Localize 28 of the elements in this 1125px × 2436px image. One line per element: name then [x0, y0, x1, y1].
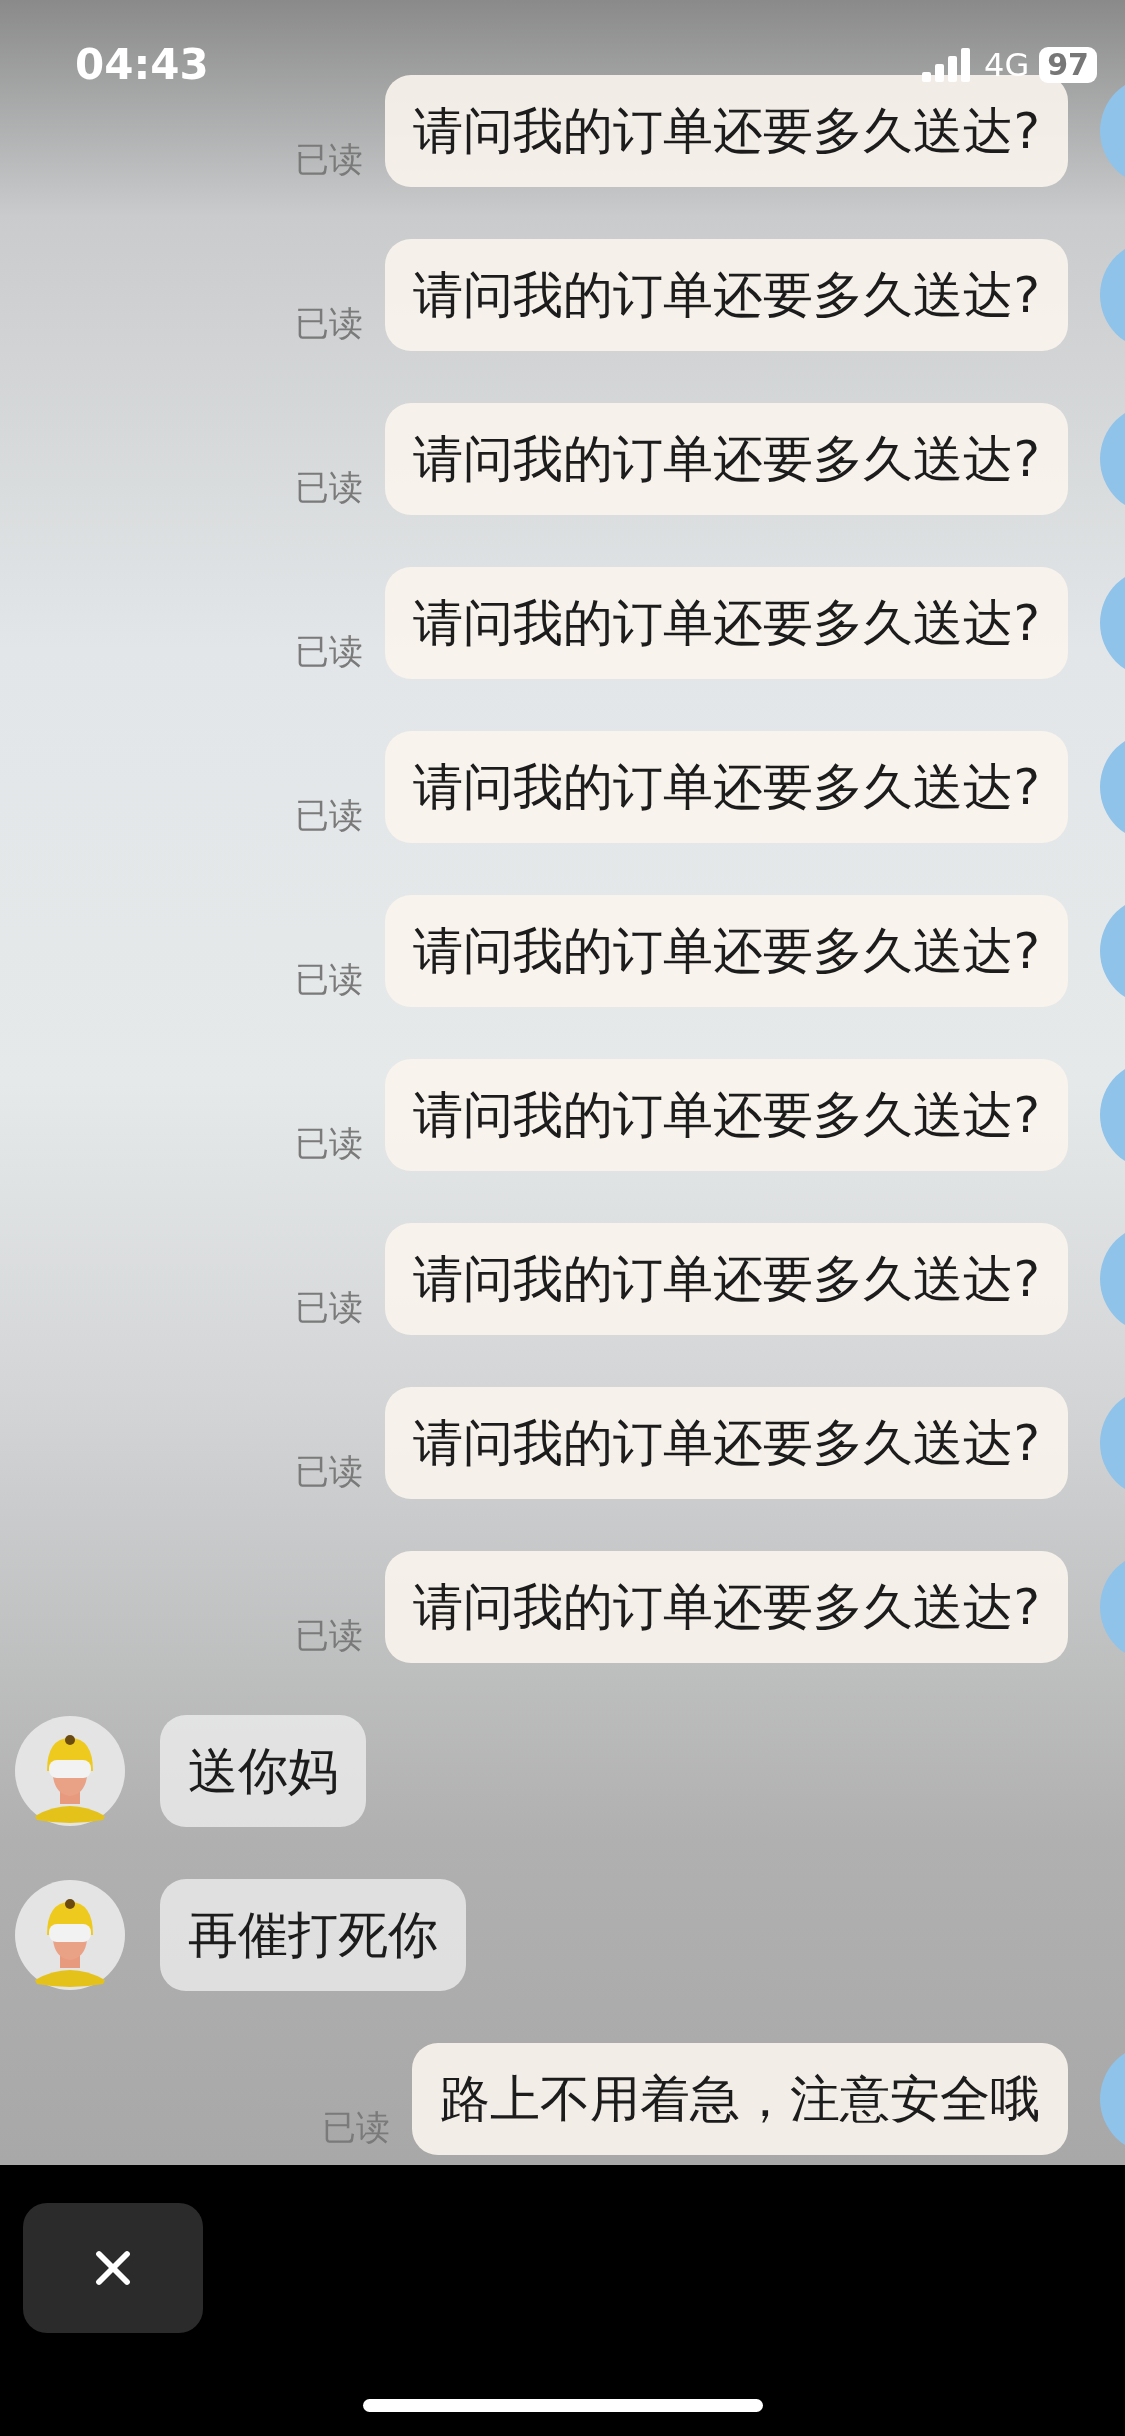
read-receipt: 已读 [295, 138, 364, 181]
message-bubble: 再催打死你 [160, 1879, 466, 1991]
message-bubble: 请问我的订单还要多久送达? [385, 403, 1068, 515]
read-receipt: 已读 [295, 1450, 364, 1493]
message-bubble: 请问我的订单还要多久送达? [385, 75, 1068, 187]
read-receipt: 已读 [295, 794, 364, 837]
message-bubble: 请问我的订单还要多久送达? [385, 567, 1068, 679]
read-receipt: 已读 [295, 1286, 364, 1329]
read-receipt: 已读 [295, 1122, 364, 1165]
read-receipt: 已读 [295, 466, 364, 509]
read-receipt: 已读 [295, 630, 364, 673]
message-bubble: 请问我的订单还要多久送达? [385, 731, 1068, 843]
message-bubble: 路上不用着急，注意安全哦 [412, 2043, 1068, 2155]
message-bubble: 请问我的订单还要多久送达? [385, 239, 1068, 351]
rider-avatar-icon [15, 1716, 125, 1826]
rider-avatar-icon [15, 1880, 125, 1990]
read-receipt: 已读 [295, 1614, 364, 1657]
message-bubble: 送你妈 [160, 1715, 366, 1827]
read-receipt: 已读 [295, 958, 364, 1001]
read-receipt: 已读 [295, 302, 364, 345]
close-button[interactable] [23, 2203, 203, 2333]
status-time: 04:43 [75, 40, 209, 89]
message-bubble: 请问我的订单还要多久送达? [385, 1387, 1068, 1499]
battery-level: 97 [1039, 46, 1097, 83]
message-bubble: 请问我的订单还要多久送达? [385, 895, 1068, 1007]
message-bubble: 请问我的订单还要多久送达? [385, 1223, 1068, 1335]
message-bubble: 请问我的订单还要多久送达? [385, 1551, 1068, 1663]
message-bubble: 请问我的订单还要多久送达? [385, 1059, 1068, 1171]
